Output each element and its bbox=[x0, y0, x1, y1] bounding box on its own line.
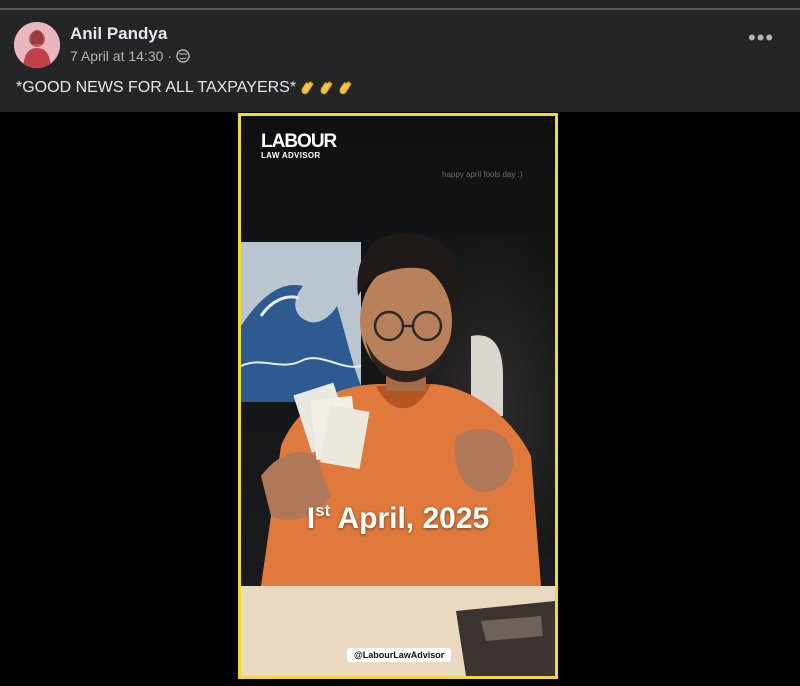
video-watermark: happy april fools day :) bbox=[442, 170, 523, 179]
video-player[interactable]: LABOUR LAW ADVISOR happy april fools day… bbox=[238, 113, 558, 679]
logo-line2: LAW ADVISOR bbox=[261, 151, 321, 160]
post-timestamp[interactable]: 7 April at 14:30 bbox=[70, 48, 163, 64]
caption-superscript: st bbox=[315, 501, 331, 520]
globe-icon bbox=[176, 49, 190, 63]
channel-handle: @LabourLawAdvisor bbox=[347, 648, 452, 662]
more-options-icon[interactable]: ••• bbox=[748, 27, 774, 49]
meta-separator: · bbox=[167, 48, 173, 64]
video-caption: Ist April, 2025 bbox=[241, 501, 555, 536]
video-frame-illustration bbox=[241, 116, 555, 676]
clapping-hands-icon bbox=[318, 80, 334, 96]
post-text: *GOOD NEWS FOR ALL TAXPAYERS* bbox=[16, 79, 353, 97]
logo-line1: LABOUR bbox=[261, 131, 337, 152]
avatar[interactable] bbox=[14, 22, 60, 68]
post-text-content: *GOOD NEWS FOR ALL TAXPAYERS* bbox=[16, 79, 297, 96]
author-name[interactable]: Anil Pandya bbox=[70, 24, 167, 44]
caption-rest: April, 2025 bbox=[330, 502, 490, 535]
post-meta: 7 April at 14:30 · bbox=[70, 48, 190, 64]
top-divider bbox=[0, 8, 800, 10]
brand-logo: LABOUR LAW ADVISOR bbox=[261, 131, 337, 160]
clapping-hands-icon bbox=[337, 80, 353, 96]
caption-main: I bbox=[306, 502, 316, 535]
clapping-hands-icon bbox=[299, 80, 315, 96]
